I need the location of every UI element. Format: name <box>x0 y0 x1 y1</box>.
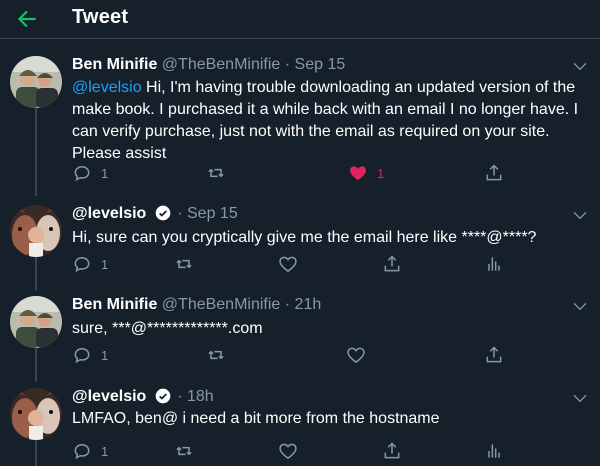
reply-button[interactable]: 1 <box>72 253 108 275</box>
chevron-down-icon[interactable] <box>572 390 588 406</box>
retweet-icon <box>176 446 192 456</box>
tweet-actions: 1 <box>72 344 582 366</box>
share-icon <box>486 164 502 181</box>
separator-dot: · <box>177 205 183 222</box>
header-bar: Tweet <box>0 0 600 39</box>
mention-link[interactable]: @levelsio <box>72 79 142 96</box>
retweet-icon <box>208 350 224 360</box>
chevron-down-icon[interactable] <box>572 207 588 223</box>
heart-icon <box>279 443 297 460</box>
thread-line <box>35 101 37 196</box>
reply-count: 1 <box>101 165 109 181</box>
thread-line <box>35 342 37 382</box>
tweet-timestamp[interactable]: Sep 15 <box>187 205 238 222</box>
reply-icon <box>74 443 90 460</box>
author-name[interactable]: Ben Minifie <box>72 296 157 313</box>
share-button[interactable] <box>382 253 402 275</box>
page-title: Tweet <box>72 6 129 28</box>
separator-dot: · <box>177 388 183 405</box>
avatar[interactable] <box>10 296 62 348</box>
like-button[interactable] <box>278 440 298 462</box>
reply-count: 1 <box>101 256 109 272</box>
reply-count: 1 <box>101 347 109 363</box>
avatar[interactable] <box>10 56 62 108</box>
retweet-icon <box>208 168 224 178</box>
tweet-timestamp[interactable]: 18h <box>187 388 214 405</box>
share-icon <box>384 255 400 272</box>
share-button[interactable] <box>484 344 504 366</box>
verified-badge-icon <box>155 388 171 404</box>
retweet-button[interactable] <box>206 162 226 184</box>
tweet-text: sure, ***@*************.com <box>72 320 263 337</box>
reply-button[interactable]: 1 <box>72 440 108 462</box>
reply-icon <box>74 165 90 182</box>
verified-badge-icon <box>155 205 171 221</box>
separator-dot: · <box>284 296 291 313</box>
author-name[interactable]: @levelsio <box>72 388 146 405</box>
tweet-timestamp[interactable]: 21h <box>295 296 322 313</box>
retweet-button[interactable] <box>174 440 194 462</box>
tweet-text-content: Hi, I'm having trouble downloading an up… <box>72 79 579 162</box>
tweet-actions: 1 <box>72 440 582 462</box>
heart-icon <box>350 166 366 181</box>
reply-button[interactable]: 1 <box>72 162 108 184</box>
analytics-button[interactable] <box>484 440 504 462</box>
avatar[interactable] <box>10 388 62 440</box>
tweet-text: Hi, sure can you cryptically give me the… <box>72 229 537 246</box>
reply-icon <box>74 256 90 273</box>
reply-count: 1 <box>101 443 109 459</box>
author-name[interactable]: @levelsio <box>72 205 146 222</box>
share-button[interactable] <box>484 162 504 184</box>
avatar[interactable] <box>10 205 62 257</box>
thread-line <box>35 436 37 466</box>
share-button[interactable] <box>382 440 402 462</box>
chevron-down-icon[interactable] <box>572 58 588 74</box>
like-button[interactable] <box>346 344 366 366</box>
retweet-icon <box>176 259 192 269</box>
share-icon <box>486 346 502 363</box>
tweet-timestamp[interactable]: Sep 15 <box>295 56 346 73</box>
tweet-actions: 1 <box>72 253 582 275</box>
heart-icon <box>347 347 365 364</box>
analytics-icon <box>488 257 500 271</box>
retweet-button[interactable] <box>174 253 194 275</box>
chevron-down-icon[interactable] <box>572 298 588 314</box>
author-name[interactable]: Ben Minifie <box>72 56 157 73</box>
tweet-text: @levelsio Hi, I'm having trouble downloa… <box>72 77 582 165</box>
like-button[interactable] <box>278 253 298 275</box>
share-icon <box>384 442 400 459</box>
author-handle[interactable]: @TheBenMinifie <box>162 56 281 73</box>
analytics-icon <box>488 444 500 458</box>
reply-icon <box>74 347 90 364</box>
heart-icon <box>279 256 297 273</box>
separator-dot: · <box>284 56 291 73</box>
retweet-button[interactable] <box>206 344 226 366</box>
arrow-left-icon[interactable] <box>14 6 40 32</box>
analytics-button[interactable] <box>484 253 504 275</box>
reply-button[interactable]: 1 <box>72 344 108 366</box>
like-count: 1 <box>377 165 385 181</box>
tweet-text: LMFAO, ben@ i need a bit more from the h… <box>72 410 440 427</box>
tweet-actions: 1 1 <box>72 162 582 184</box>
like-button[interactable]: 1 <box>348 162 384 184</box>
author-handle[interactable]: @TheBenMinifie <box>162 296 281 313</box>
